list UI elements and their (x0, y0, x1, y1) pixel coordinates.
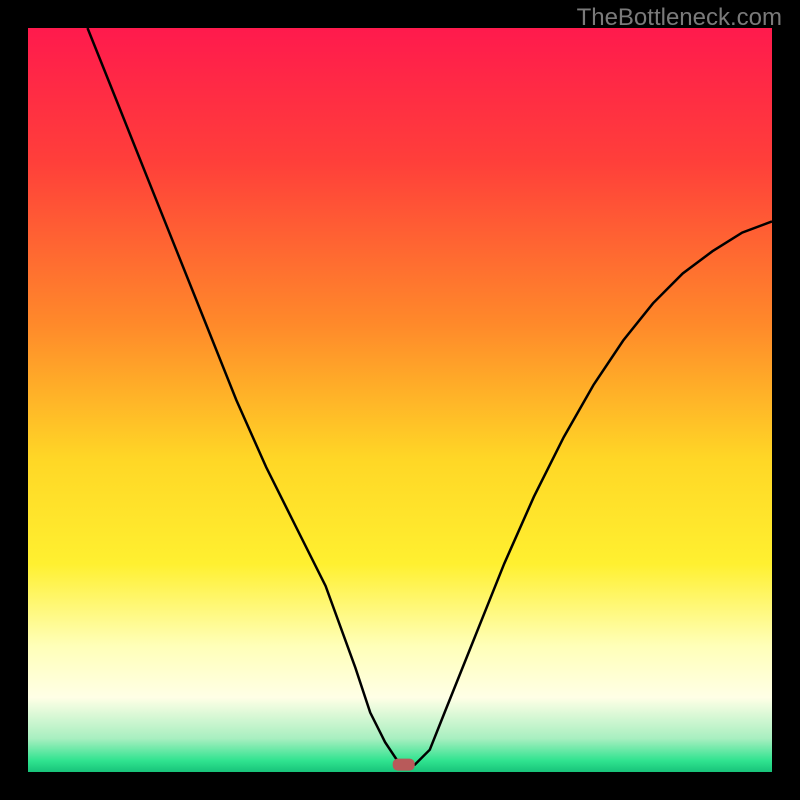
optimal-point-marker (393, 759, 415, 771)
chart-svg (28, 28, 772, 772)
chart-background (28, 28, 772, 772)
bottleneck-chart (28, 28, 772, 772)
watermark-text: TheBottleneck.com (577, 4, 782, 32)
